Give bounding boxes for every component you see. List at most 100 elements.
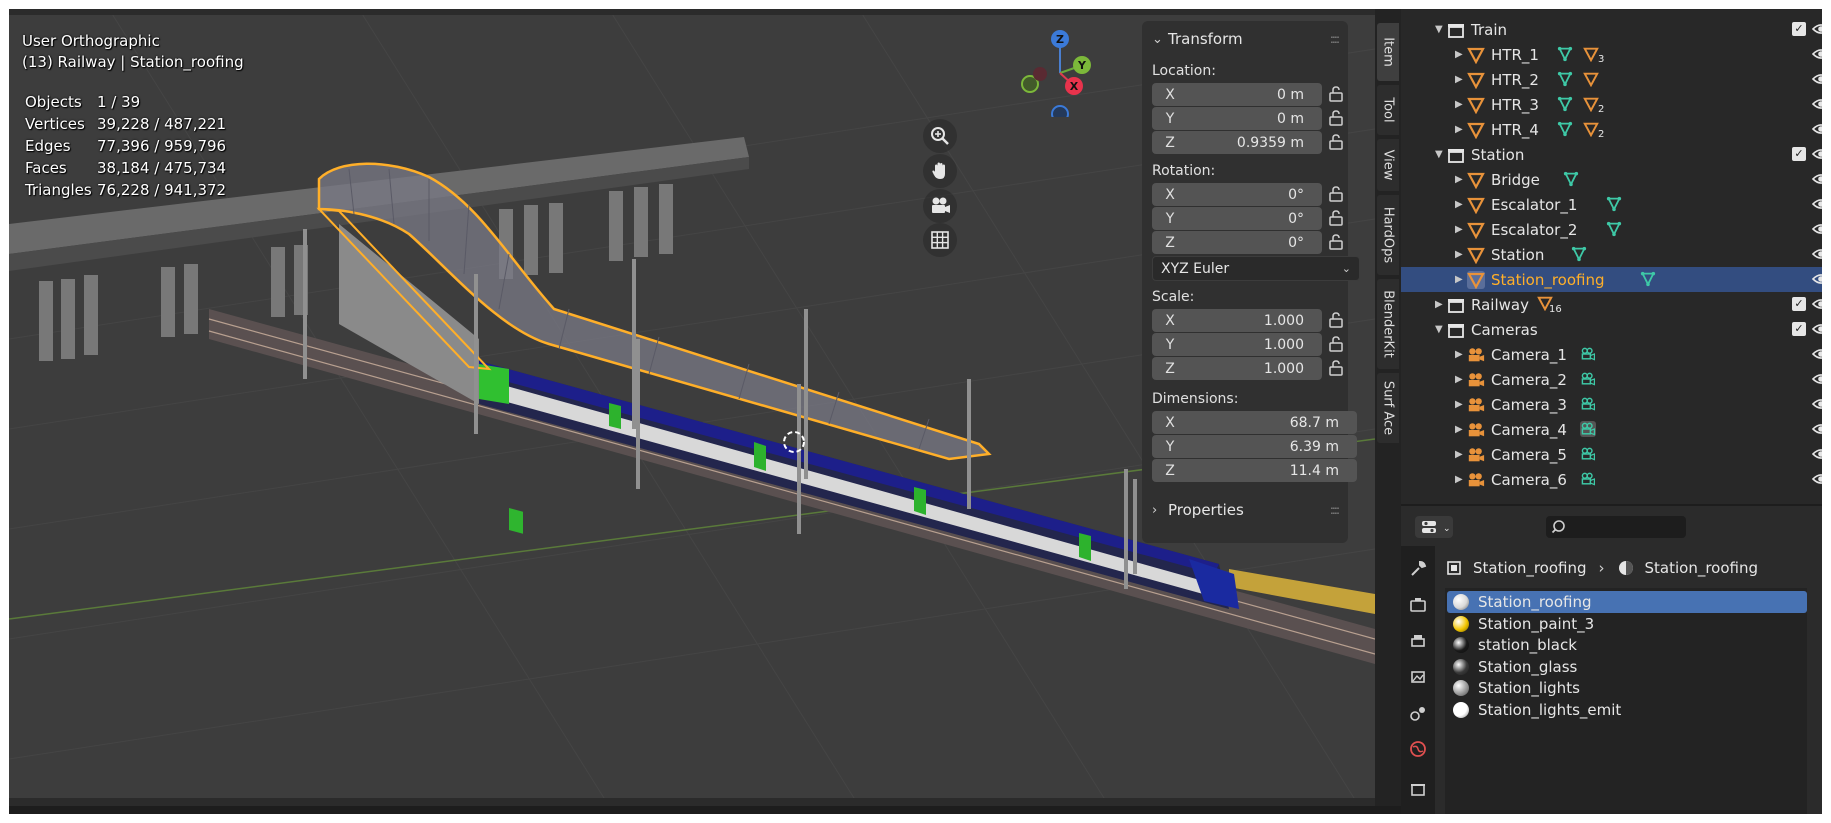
visibility-eye-icon[interactable] [1811,97,1822,111]
collection-icon[interactable] [1407,778,1429,800]
lock-scale-x-icon[interactable] [1326,310,1346,330]
material-slot[interactable]: Station_lights [1447,677,1807,699]
camera-data-icon[interactable] [1580,346,1596,362]
lock-rotation-y-icon[interactable] [1326,208,1346,228]
tab-blenderkit[interactable]: BlenderKit [1377,279,1399,369]
mesh-data-icon[interactable] [1557,121,1573,137]
camera-data-icon[interactable] [1580,471,1596,487]
visibility-eye-icon[interactable] [1811,222,1822,236]
disclosure-down-icon[interactable]: ▼ [1435,24,1443,35]
outliner-row-escalator-2[interactable]: ▶ Escalator_2 [1401,217,1822,242]
mesh-data-icon[interactable] [1557,71,1573,87]
mesh-data-icon[interactable] [1563,171,1579,187]
scale-z-field[interactable]: Z 1.000 [1152,357,1322,380]
disclosure-right-icon[interactable]: ▶ [1455,249,1463,260]
mesh-data-icon[interactable] [1557,46,1573,62]
exclude-checkbox[interactable]: ✓ [1792,322,1806,336]
rotation-y-field[interactable]: Y 0° [1152,207,1322,230]
editor-type-button[interactable]: ⌄ [1415,516,1453,538]
lock-scale-z-icon[interactable] [1326,358,1346,378]
output-printer-icon[interactable] [1407,630,1429,652]
visibility-eye-icon[interactable] [1811,22,1822,36]
scene-icon[interactable] [1407,702,1429,724]
tool-wrench-icon[interactable] [1407,558,1429,580]
visibility-eye-icon[interactable] [1811,322,1822,336]
visibility-eye-icon[interactable] [1811,247,1822,261]
world-icon[interactable] [1407,738,1429,760]
outliner-row-camera-5[interactable]: ▶ Camera_5 [1401,442,1822,467]
material-slot[interactable]: Station_lights_emit [1447,699,1807,721]
drag-grip-icon[interactable]: :::: [1330,32,1340,46]
disclosure-down-icon[interactable]: ▼ [1435,324,1443,335]
disclosure-right-icon[interactable]: ▶ [1455,224,1463,235]
visibility-eye-icon[interactable] [1811,197,1822,211]
visibility-eye-icon[interactable] [1811,122,1822,136]
disclosure-right-icon[interactable]: ▶ [1455,124,1463,135]
outliner-row-station[interactable]: ▼ Station ✓ [1401,142,1822,167]
transform-panel-header[interactable]: ⌄ Transform :::: [1142,25,1348,53]
lock-rotation-x-icon[interactable] [1326,184,1346,204]
lock-rotation-z-icon[interactable] [1326,232,1346,252]
disclosure-right-icon[interactable]: ▶ [1455,99,1463,110]
search-input[interactable] [1546,516,1686,538]
location-y-field[interactable]: Y0 m [1152,107,1322,130]
visibility-eye-icon[interactable] [1811,372,1822,386]
disclosure-right-icon[interactable]: ▶ [1455,49,1463,60]
tab-surf-ace[interactable]: Surf Ace [1377,373,1399,443]
mesh-data-icon[interactable] [1606,221,1622,237]
visibility-eye-icon[interactable] [1811,472,1822,486]
location-z-field[interactable]: Z 0.9359 m [1152,131,1322,154]
scale-y-field[interactable]: Y 1.000 [1152,333,1322,356]
disclosure-right-icon[interactable]: ▶ [1455,449,1463,460]
tab-item[interactable]: Item [1377,23,1399,81]
drag-grip-icon[interactable]: :::: [1330,503,1340,517]
visibility-eye-icon[interactable] [1811,172,1822,186]
navigation-gizmo[interactable]: Z Y X [1016,27,1096,117]
outliner-row-camera-3[interactable]: ▶ Camera_3 [1401,392,1822,417]
dimensions-y-field[interactable]: Y 6.39 m [1152,435,1357,458]
scale-x-field[interactable]: X 1.000 [1152,309,1322,332]
lock-location-y-icon[interactable] [1326,108,1346,128]
camera-data-icon[interactable] [1580,396,1596,412]
disclosure-right-icon[interactable]: ▶ [1455,349,1463,360]
disclosure-right-icon[interactable]: ▶ [1455,74,1463,85]
visibility-eye-icon[interactable] [1811,297,1822,311]
pan-hand-icon[interactable] [923,154,957,188]
exclude-checkbox[interactable]: ✓ [1792,147,1806,161]
outliner-row-htr-2[interactable]: ▶ HTR_2 [1401,67,1822,92]
exclude-checkbox[interactable]: ✓ [1792,22,1806,36]
mesh-data-icon[interactable] [1557,96,1573,112]
rotation-x-field[interactable]: X 0° [1152,183,1322,206]
camera-data-icon[interactable] [1580,371,1596,387]
visibility-eye-icon[interactable] [1811,422,1822,436]
disclosure-down-icon[interactable]: ▼ [1435,149,1443,160]
properties-panel-header[interactable]: › Properties :::: [1142,496,1348,524]
rotation-z-field[interactable]: Z 0° [1152,231,1322,254]
visibility-eye-icon[interactable] [1811,397,1822,411]
disclosure-right-icon[interactable]: ▶ [1455,399,1463,410]
lock-scale-y-icon[interactable] [1326,334,1346,354]
visibility-eye-icon[interactable] [1811,72,1822,86]
material-slot[interactable]: Station_roofing [1447,591,1807,613]
visibility-eye-icon[interactable] [1811,347,1822,361]
outliner-row-station-roofing[interactable]: ▶ Station_roofing [1401,267,1822,292]
outliner-row-camera-2[interactable]: ▶ Camera_2 [1401,367,1822,392]
outliner-row-htr-4[interactable]: ▶ HTR_4 2 [1401,117,1822,142]
outliner-row-station[interactable]: ▶ Station [1401,242,1822,267]
camera-data-icon[interactable] [1579,421,1596,437]
3d-viewport[interactable]: User Orthographic (13) Railway | Station… [9,9,1375,806]
outliner-row-cameras[interactable]: ▼ Cameras ✓ [1401,317,1822,342]
dimensions-x-field[interactable]: X 68.7 m [1152,411,1357,434]
disclosure-right-icon[interactable]: ▶ [1455,199,1463,210]
outliner-row-bridge[interactable]: ▶ Bridge [1401,167,1822,192]
mesh-data-icon[interactable] [1640,271,1656,287]
outliner-row-htr-1[interactable]: ▶ HTR_1 3 [1401,42,1822,67]
disclosure-right-icon[interactable]: ▶ [1455,274,1463,285]
disclosure-right-icon[interactable]: ▶ [1455,374,1463,385]
visibility-eye-icon[interactable] [1811,447,1822,461]
outliner-row-railway[interactable]: ▶ Railway 16 ✓ [1401,292,1822,317]
location-x-field[interactable]: X0 m [1152,83,1322,106]
lock-location-x-icon[interactable] [1326,84,1346,104]
disclosure-right-icon[interactable]: ▶ [1455,174,1463,185]
exclude-checkbox[interactable]: ✓ [1792,297,1806,311]
